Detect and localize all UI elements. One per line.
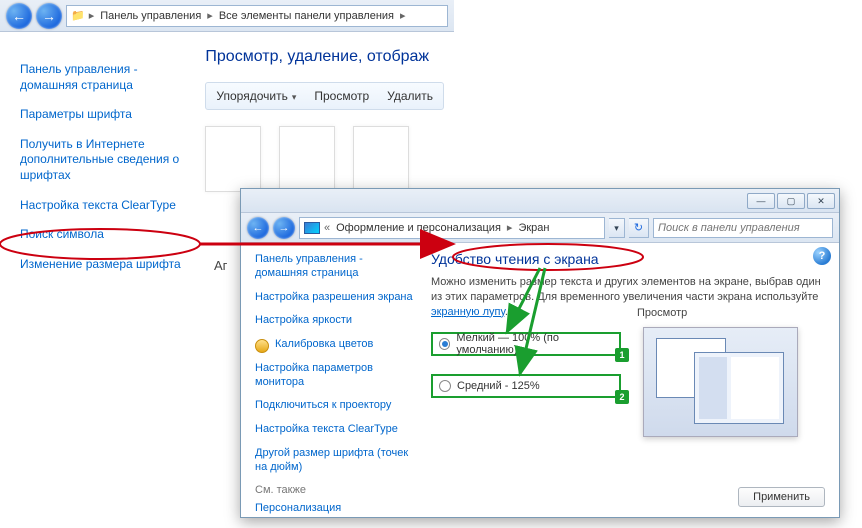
chevron-right-icon: ▸: [89, 9, 95, 22]
folder-icon: 📁: [71, 9, 85, 22]
sidebar-item-cleartype[interactable]: Настройка текста ClearType: [20, 198, 183, 214]
breadcrumb[interactable]: « Оформление и персонализация ▸ Экран: [299, 217, 605, 239]
titlebar: — ▢ ✕: [241, 189, 839, 213]
font-thumb[interactable]: [205, 126, 261, 192]
sidebar-item-personalize[interactable]: Персонализация: [255, 502, 413, 516]
sidebar-item-brightness[interactable]: Настройка яркости: [255, 314, 413, 328]
sidebar-item-find-char[interactable]: Поиск символа: [20, 227, 183, 243]
toolbar-delete[interactable]: Удалить: [387, 89, 433, 103]
search-input[interactable]: [653, 218, 833, 238]
address-bar: ← → « Оформление и персонализация ▸ Экра…: [241, 213, 839, 243]
display-preview: [643, 327, 798, 437]
display-icon: [304, 222, 320, 234]
back-button[interactable]: ←: [6, 3, 32, 29]
sidebar-item-font-params[interactable]: Параметры шрифта: [20, 107, 183, 123]
preview-window: [694, 352, 784, 424]
forward-button[interactable]: →: [273, 217, 295, 239]
radio-icon: [439, 380, 451, 392]
chevron-right-icon: ▸: [507, 221, 513, 234]
display-window: — ▢ ✕ ← → « Оформление и персонализация …: [240, 188, 840, 518]
step-badge-2: 2: [615, 390, 629, 404]
sidebar-item-home[interactable]: Панель управления - домашняя страница: [255, 253, 413, 281]
sidebar-item-calibrate[interactable]: Калибровка цветов: [275, 338, 373, 352]
sidebar-item-resolution[interactable]: Настройка разрешения экрана: [255, 291, 413, 305]
sidebar-item-cleartype[interactable]: Настройка текста ClearType: [255, 423, 413, 437]
close-button[interactable]: ✕: [807, 193, 835, 209]
see-also-heading: См. также: [255, 484, 413, 496]
back-button[interactable]: ←: [247, 217, 269, 239]
font-glyph-preview: Аг: [214, 258, 227, 273]
breadcrumb-seg[interactable]: Панель управления: [98, 10, 203, 22]
breadcrumb-dropdown[interactable]: ▾: [609, 218, 625, 238]
preview-main: [731, 357, 779, 419]
address-bar: ← → 📁 ▸ Панель управления ▸ Все элементы…: [0, 0, 454, 32]
sidebar-item-monitor[interactable]: Настройка параметров монитора: [255, 362, 413, 390]
sidebar: Панель управления - домашняя страница Па…: [0, 32, 195, 528]
shield-icon: [255, 339, 269, 353]
sidebar-item-dpi[interactable]: Другой размер шрифта (точек на дюйм): [255, 447, 413, 475]
preview-sidebar: [699, 357, 727, 419]
chevron-right-icon: ▸: [207, 9, 213, 22]
chevron-right-icon: ▸: [400, 9, 406, 22]
sidebar-item-change-font-size[interactable]: Изменение размера шрифта: [20, 257, 183, 273]
magnifier-link[interactable]: экранную лупу: [431, 306, 505, 318]
breadcrumb[interactable]: 📁 ▸ Панель управления ▸ Все элементы пан…: [66, 5, 448, 27]
page-description: Можно изменить размер текста и других эл…: [431, 275, 825, 320]
font-thumbnails: [205, 126, 444, 192]
minimize-button[interactable]: —: [747, 193, 775, 209]
toolbar-organize[interactable]: Упорядочить: [216, 89, 296, 103]
sidebar-item-home[interactable]: Панель управления - домашняя страница: [20, 62, 183, 93]
apply-button[interactable]: Применить: [738, 487, 825, 507]
sidebar-item-online-fonts[interactable]: Получить в Интернете дополнительные свед…: [20, 137, 183, 184]
sidebar-item-projector[interactable]: Подключиться к проектору: [255, 399, 413, 413]
font-thumb[interactable]: [279, 126, 335, 192]
toolbar: Упорядочить Просмотр Удалить: [205, 82, 444, 110]
step-badge-1: 1: [615, 348, 629, 362]
preview-label: Просмотр: [637, 307, 687, 319]
forward-button[interactable]: →: [36, 3, 62, 29]
option-medium-125[interactable]: Средний - 125% 2: [431, 374, 621, 398]
page-title: Просмотр, удаление, отображ: [205, 48, 444, 66]
main-pane: Удобство чтения с экрана Можно изменить …: [421, 243, 839, 517]
sidebar: Панель управления - домашняя страница На…: [241, 243, 421, 517]
option-label: Средний - 125%: [457, 380, 540, 392]
option-small-100[interactable]: Мелкий — 100% (по умолчанию) 1: [431, 332, 621, 356]
desc-text: .: [505, 306, 508, 318]
font-thumb[interactable]: [353, 126, 409, 192]
breadcrumb-seg[interactable]: Экран: [516, 222, 551, 234]
option-label: Мелкий — 100% (по умолчанию): [456, 332, 613, 356]
chevron-right-icon: «: [324, 222, 330, 234]
desc-text: Можно изменить размер текста и других эл…: [431, 276, 821, 303]
breadcrumb-seg[interactable]: Все элементы панели управления: [217, 10, 396, 22]
toolbar-view[interactable]: Просмотр: [314, 89, 369, 103]
breadcrumb-seg[interactable]: Оформление и персонализация: [334, 222, 503, 234]
maximize-button[interactable]: ▢: [777, 193, 805, 209]
refresh-button[interactable]: ↻: [629, 218, 649, 238]
page-title: Удобство чтения с экрана: [431, 251, 825, 267]
radio-selected-icon: [439, 338, 450, 350]
